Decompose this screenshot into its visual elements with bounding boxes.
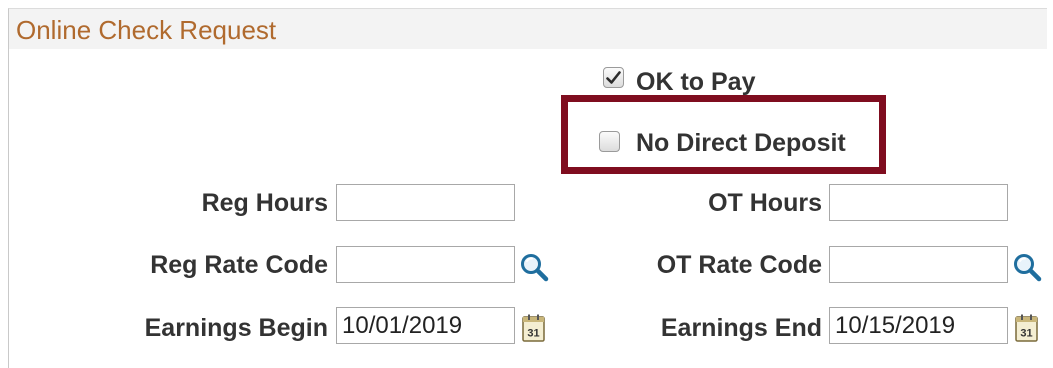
earnings-end-label: Earnings End: [660, 314, 822, 342]
earnings-begin-label: Earnings Begin: [144, 314, 328, 342]
calendar-icon[interactable]: 31: [1014, 313, 1040, 343]
earnings-end-input[interactable]: [829, 307, 1008, 344]
earnings-begin-input[interactable]: [336, 307, 515, 344]
ot-rate-code-input[interactable]: [829, 246, 1008, 283]
calendar-icon-day: 31: [1020, 328, 1032, 340]
calendar-icon[interactable]: 31: [521, 313, 547, 343]
reg-hours-label: Reg Hours: [201, 189, 328, 217]
reg-rate-code-label: Reg Rate Code: [150, 251, 328, 279]
ot-rate-code-label: OT Rate Code: [656, 251, 822, 279]
search-icon[interactable]: [1012, 252, 1044, 282]
reg-hours-input[interactable]: [336, 184, 515, 221]
ot-hours-input[interactable]: [829, 184, 1008, 221]
ot-hours-label: OT Hours: [708, 189, 822, 217]
reg-rate-code-input[interactable]: [336, 246, 515, 283]
calendar-icon-day: 31: [527, 328, 539, 340]
checkmark-icon: [606, 70, 621, 84]
ok-to-pay-label: OK to Pay: [636, 68, 756, 96]
no-direct-deposit-label: No Direct Deposit: [636, 129, 846, 157]
ok-to-pay-checkbox[interactable]: [603, 67, 624, 88]
panel-header: Online Check Request: [9, 9, 1047, 49]
panel-title: Online Check Request: [16, 15, 277, 45]
no-direct-deposit-checkbox[interactable]: [599, 131, 620, 152]
search-icon[interactable]: [519, 252, 551, 282]
